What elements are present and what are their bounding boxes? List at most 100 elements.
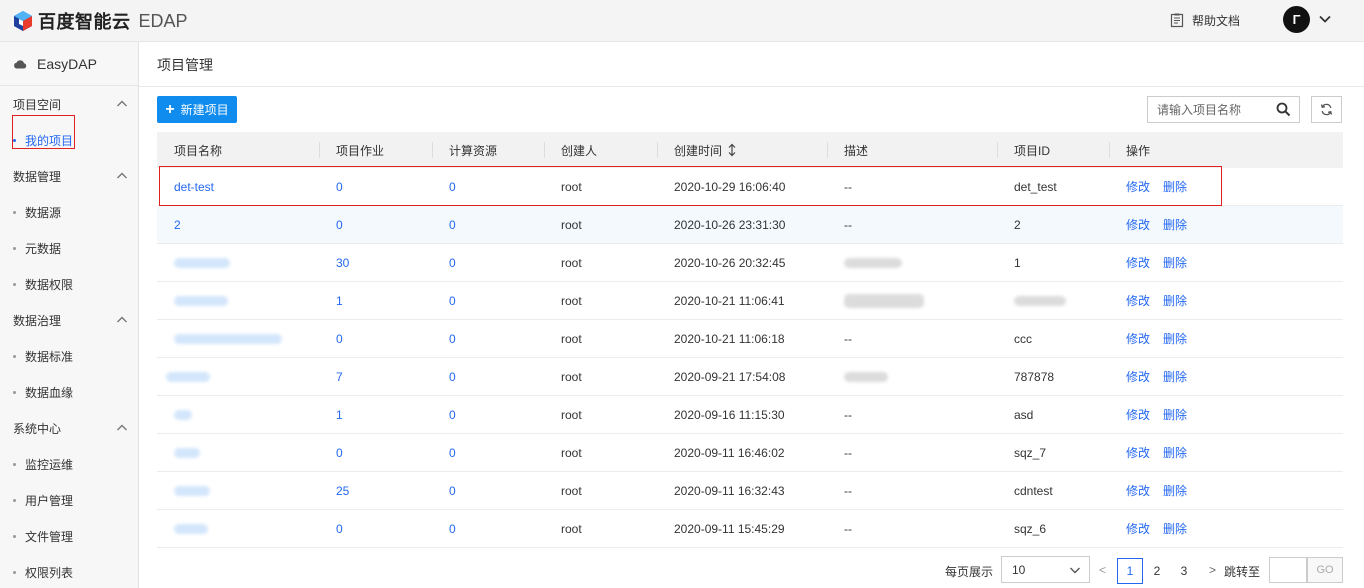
- row-actions: 修改 删除: [1109, 168, 1323, 206]
- edit-link[interactable]: 修改: [1126, 368, 1150, 385]
- page-2-button[interactable]: 2: [1144, 558, 1170, 584]
- sidebar-brand[interactable]: EasyDAP: [0, 42, 138, 86]
- edit-link[interactable]: 修改: [1126, 520, 1150, 537]
- table-row: 0 0 root 2020-09-11 15:45:29 -- sqz_6 修改…: [157, 510, 1343, 548]
- delete-link[interactable]: 删除: [1163, 482, 1187, 499]
- project-jobs-link[interactable]: 0: [319, 168, 432, 206]
- go-button[interactable]: GO: [1307, 557, 1343, 583]
- edit-link[interactable]: 修改: [1126, 330, 1150, 347]
- project-name-link[interactable]: [157, 320, 319, 358]
- col-header-creator: 创建人: [544, 132, 657, 168]
- project-id: cdntest: [1014, 483, 1053, 498]
- delete-link[interactable]: 删除: [1163, 216, 1187, 233]
- delete-link[interactable]: 删除: [1163, 178, 1187, 195]
- help-docs-link[interactable]: 帮助文档: [1170, 12, 1240, 29]
- per-page-select[interactable]: 10: [1001, 556, 1090, 583]
- table-row: 2 0 0 root 2020-10-26 23:31:30 -- 2 修改 删…: [157, 206, 1343, 244]
- project-jobs-link[interactable]: 0: [319, 320, 432, 358]
- sidebar-item-user-management[interactable]: 用户管理: [0, 482, 138, 518]
- edit-link[interactable]: 修改: [1126, 482, 1150, 499]
- sidebar-group-data-governance[interactable]: 数据治理: [0, 302, 138, 338]
- project-resources-link[interactable]: 0: [432, 510, 544, 548]
- project-resources-link[interactable]: 0: [432, 320, 544, 358]
- sidebar-item-permission-list[interactable]: 权限列表: [0, 554, 138, 588]
- delete-link[interactable]: 删除: [1163, 292, 1187, 309]
- sidebar-item-monitoring[interactable]: 监控运维: [0, 446, 138, 482]
- edit-link[interactable]: 修改: [1126, 178, 1150, 195]
- new-project-button[interactable]: + 新建项目: [157, 96, 237, 123]
- table-row: 1 0 root 2020-10-21 11:06:41 修改 删除: [157, 282, 1343, 320]
- project-resources-link[interactable]: 0: [432, 206, 544, 244]
- prev-page-button[interactable]: <: [1099, 563, 1106, 577]
- redacted-text: [844, 257, 902, 268]
- delete-link[interactable]: 删除: [1163, 254, 1187, 271]
- sidebar-item-file-management[interactable]: 文件管理: [0, 518, 138, 554]
- col-header-created[interactable]: 创建时间: [657, 132, 827, 168]
- chevron-down-icon[interactable]: [1318, 12, 1332, 26]
- sidebar-item-metadata[interactable]: 元数据: [0, 230, 138, 266]
- bullet-dot: [13, 211, 16, 214]
- search-input[interactable]: [1148, 97, 1268, 122]
- sidebar-group-system-center[interactable]: 系统中心: [0, 410, 138, 446]
- delete-link[interactable]: 删除: [1163, 406, 1187, 423]
- chevron-down-icon: [1070, 567, 1080, 574]
- sidebar-item-label: 数据权限: [25, 277, 74, 292]
- sidebar-group-data-management[interactable]: 数据管理: [0, 158, 138, 194]
- chevron-up-icon: [117, 172, 127, 179]
- project-created-time: 2020-10-29 16:06:40: [674, 179, 786, 194]
- jump-page-input[interactable]: [1269, 557, 1307, 583]
- page-1-button[interactable]: 1: [1117, 558, 1143, 584]
- project-jobs-link[interactable]: 0: [319, 510, 432, 548]
- edit-link[interactable]: 修改: [1126, 216, 1150, 233]
- project-name-link[interactable]: [157, 434, 319, 472]
- delete-link[interactable]: 删除: [1163, 444, 1187, 461]
- sidebar-item-data-lineage[interactable]: 数据血缘: [0, 374, 138, 410]
- project-jobs-link[interactable]: 7: [319, 358, 432, 396]
- project-jobs-link[interactable]: 0: [319, 434, 432, 472]
- sidebar-item-data-standard[interactable]: 数据标准: [0, 338, 138, 374]
- user-avatar[interactable]: Γ: [1283, 6, 1310, 33]
- project-id: ccc: [1014, 331, 1032, 346]
- search-icon[interactable]: [1276, 102, 1291, 117]
- edit-link[interactable]: 修改: [1126, 254, 1150, 271]
- table-header: 项目名称 项目作业 计算资源 创建人 创建时间 描述 项目ID 操作: [157, 132, 1343, 168]
- sidebar-item-data-source[interactable]: 数据源: [0, 194, 138, 230]
- project-name-link[interactable]: [157, 510, 319, 548]
- project-name-link[interactable]: [157, 472, 319, 510]
- sidebar-item-label: 数据血缘: [25, 385, 74, 400]
- sidebar-item-label: 监控运维: [25, 457, 74, 472]
- project-jobs-link[interactable]: 1: [319, 396, 432, 434]
- edit-link[interactable]: 修改: [1126, 406, 1150, 423]
- project-name-link[interactable]: [157, 396, 319, 434]
- project-name-link[interactable]: [157, 244, 319, 282]
- refresh-button[interactable]: [1311, 96, 1342, 123]
- project-resources-link[interactable]: 0: [432, 168, 544, 206]
- project-jobs-link[interactable]: 25: [319, 472, 432, 510]
- project-resources-link[interactable]: 0: [432, 282, 544, 320]
- page-3-button[interactable]: 3: [1171, 558, 1197, 584]
- delete-link[interactable]: 删除: [1163, 330, 1187, 347]
- next-page-button[interactable]: >: [1209, 563, 1216, 577]
- sidebar-item-data-permission[interactable]: 数据权限: [0, 266, 138, 302]
- edit-link[interactable]: 修改: [1126, 444, 1150, 461]
- project-name-link[interactable]: 2: [157, 206, 319, 244]
- project-desc: --: [844, 407, 852, 422]
- edit-link[interactable]: 修改: [1126, 292, 1150, 309]
- project-name-link[interactable]: [157, 282, 319, 320]
- project-resources-link[interactable]: 0: [432, 244, 544, 282]
- logo[interactable]: 百度智能云 EDAP: [12, 8, 188, 34]
- project-resources-link[interactable]: 0: [432, 434, 544, 472]
- project-resources-link[interactable]: 0: [432, 472, 544, 510]
- project-jobs-link[interactable]: 30: [319, 244, 432, 282]
- project-resources-link[interactable]: 0: [432, 358, 544, 396]
- project-jobs-link[interactable]: 0: [319, 206, 432, 244]
- project-name-link[interactable]: det-test: [157, 168, 319, 206]
- project-resources-link[interactable]: 0: [432, 396, 544, 434]
- project-jobs-link[interactable]: 1: [319, 282, 432, 320]
- delete-link[interactable]: 删除: [1163, 520, 1187, 537]
- sidebar-brand-label: EasyDAP: [37, 55, 97, 72]
- project-name-link[interactable]: [157, 358, 319, 396]
- cloud-logo-icon: [12, 10, 34, 32]
- sort-icon[interactable]: [728, 143, 736, 157]
- delete-link[interactable]: 删除: [1163, 368, 1187, 385]
